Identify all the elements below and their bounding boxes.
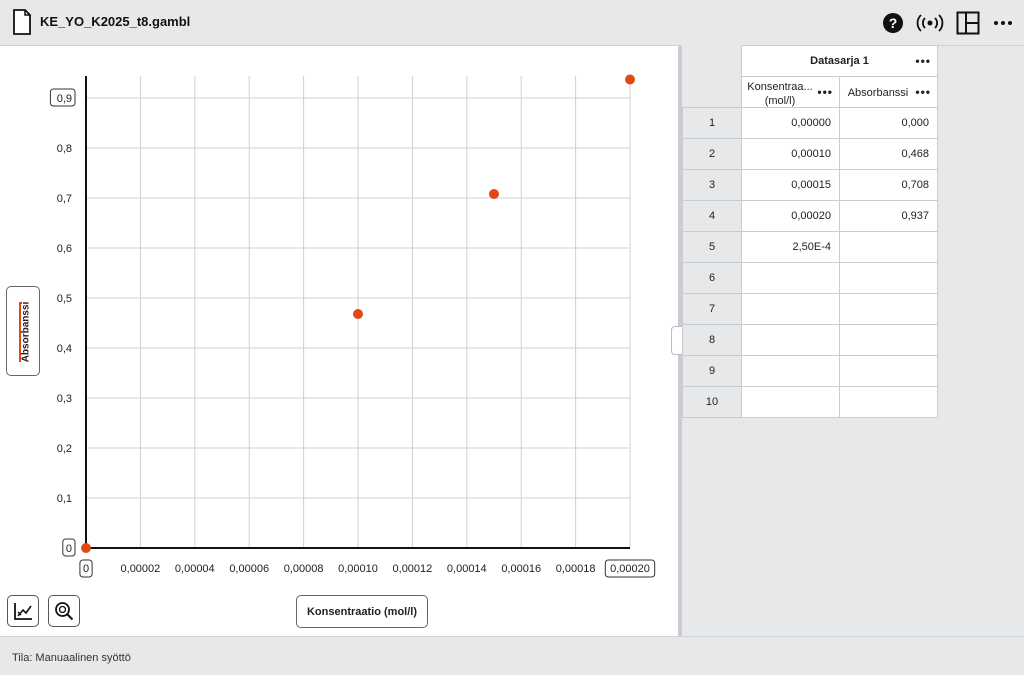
graph-tools-button[interactable] (7, 595, 39, 627)
x-tick-label: 0,00002 (121, 563, 161, 575)
cell-absorbance[interactable] (839, 231, 938, 263)
more-options-icon[interactable] (992, 12, 1014, 34)
cell-concentration[interactable] (741, 355, 840, 387)
cell-concentration[interactable] (741, 386, 840, 418)
x-tick-label: 0,00012 (393, 563, 433, 575)
x-tick-label: 0,00010 (338, 563, 378, 575)
table-row: 7 (682, 293, 938, 325)
column-label-absorbance: Absorbanssi (847, 87, 909, 99)
table-row: 10 (682, 386, 938, 418)
x-axis-label-button[interactable]: Konsentraatio (mol/l) (296, 595, 428, 628)
wireless-sensor-icon[interactable] (916, 12, 944, 34)
x-tick-label: 0,00008 (284, 563, 324, 575)
cell-concentration[interactable] (741, 293, 840, 325)
cell-concentration[interactable]: 0,00000 (741, 107, 840, 139)
help-icon[interactable]: ? (882, 12, 904, 34)
zoom-icon (55, 602, 74, 621)
cell-concentration[interactable]: 2,50E-4 (741, 231, 840, 263)
x-tick-label: 0,00016 (501, 563, 541, 575)
cell-absorbance[interactable] (839, 355, 938, 387)
cell-concentration[interactable] (741, 262, 840, 294)
column-menu-icon[interactable]: ••• (817, 85, 833, 99)
data-point[interactable] (81, 543, 91, 553)
y-tick-label: 0,7 (57, 193, 72, 205)
table-row: 5 2,50E-4 (682, 231, 938, 263)
column-label-concentration: Konsentraa... (mol/l) (747, 81, 813, 107)
table-row: 3 0,00015 0,708 (682, 169, 938, 201)
row-number[interactable]: 9 (682, 355, 742, 387)
column-header-absorbance[interactable]: Absorbanssi ••• (839, 76, 938, 108)
cell-absorbance[interactable]: 0,708 (839, 169, 938, 201)
status-text: Tila: Manuaalinen syöttö (12, 652, 131, 664)
cell-absorbance[interactable] (839, 386, 938, 418)
series-menu-icon[interactable]: ••• (915, 54, 931, 68)
y-tick-label: 0,1 (57, 493, 72, 505)
y-tick-label: 0,3 (57, 393, 72, 405)
cell-absorbance[interactable] (839, 262, 938, 294)
x-tick-label: 0,00006 (229, 563, 269, 575)
series-name: Datasarja 1 (810, 55, 869, 67)
row-number[interactable]: 2 (682, 138, 742, 170)
data-table: Datasarja 1 ••• Konsentraa... (mol/l) ••… (682, 45, 938, 418)
table-row: 2 0,00010 0,468 (682, 138, 938, 170)
cell-concentration[interactable]: 0,00020 (741, 200, 840, 232)
table-row: 4 0,00020 0,937 (682, 200, 938, 232)
table-corner (682, 45, 742, 108)
file-title: KE_YO_K2025_t8.gambl (40, 14, 191, 29)
y-axis-label: Absorbanssi (20, 301, 32, 363)
column-menu-icon[interactable]: ••• (915, 85, 931, 99)
cell-absorbance[interactable] (839, 324, 938, 356)
row-number[interactable]: 7 (682, 293, 742, 325)
file-icon (13, 9, 31, 35)
x-tick-label: 0,00004 (175, 563, 215, 575)
cell-concentration[interactable] (741, 324, 840, 356)
cell-absorbance[interactable]: 0,000 (839, 107, 938, 139)
y-tick-label: 0,4 (57, 343, 72, 355)
data-point[interactable] (353, 309, 363, 319)
table-row: 6 (682, 262, 938, 294)
x-tick-label: 0,00018 (556, 563, 596, 575)
y-tick-label: 0 (66, 543, 72, 555)
x-tick-label: 0,00020 (610, 563, 650, 575)
svg-text:?: ? (889, 15, 898, 31)
layout-icon[interactable] (956, 11, 980, 35)
graph-tools-icon (14, 603, 32, 620)
table-row: 1 0,00000 0,000 (682, 107, 938, 139)
row-number[interactable]: 6 (682, 262, 742, 294)
row-number[interactable]: 3 (682, 169, 742, 201)
y-axis-label-button[interactable]: Absorbanssi (6, 286, 40, 376)
cell-absorbance[interactable]: 0,468 (839, 138, 938, 170)
table-row: 8 (682, 324, 938, 356)
toolbar-icons: ? (882, 8, 1014, 38)
cell-absorbance[interactable]: 0,937 (839, 200, 938, 232)
row-number[interactable]: 1 (682, 107, 742, 139)
row-number[interactable]: 5 (682, 231, 742, 263)
table-row: 9 (682, 355, 938, 387)
y-tick-label: 0,8 (57, 143, 72, 155)
data-point[interactable] (489, 189, 499, 199)
top-bar: KE_YO_K2025_t8.gambl ? (0, 0, 1024, 46)
y-tick-label: 0,6 (57, 243, 72, 255)
series-header[interactable]: Datasarja 1 ••• (741, 45, 938, 77)
data-point[interactable] (625, 74, 635, 85)
y-tick-label: 0,2 (57, 443, 72, 455)
x-tick-label: 0 (83, 563, 89, 575)
scatter-chart[interactable]: 0 0,00002 0,00004 0,00006 0,00008 0,00010 0,00… (0, 46, 678, 636)
row-number[interactable]: 8 (682, 324, 742, 356)
row-number[interactable]: 10 (682, 386, 742, 418)
cell-absorbance[interactable] (839, 293, 938, 325)
cell-concentration[interactable]: 0,00010 (741, 138, 840, 170)
zoom-button[interactable] (48, 595, 80, 627)
cell-concentration[interactable]: 0,00015 (741, 169, 840, 201)
x-tick-label: 0,00014 (447, 563, 487, 575)
column-header-concentration[interactable]: Konsentraa... (mol/l) ••• (741, 76, 840, 108)
row-number[interactable]: 4 (682, 200, 742, 232)
y-tick-label: 0,9 (57, 93, 72, 105)
status-bar: Tila: Manuaalinen syöttö (0, 636, 1024, 675)
y-tick-label: 0,5 (57, 293, 72, 305)
